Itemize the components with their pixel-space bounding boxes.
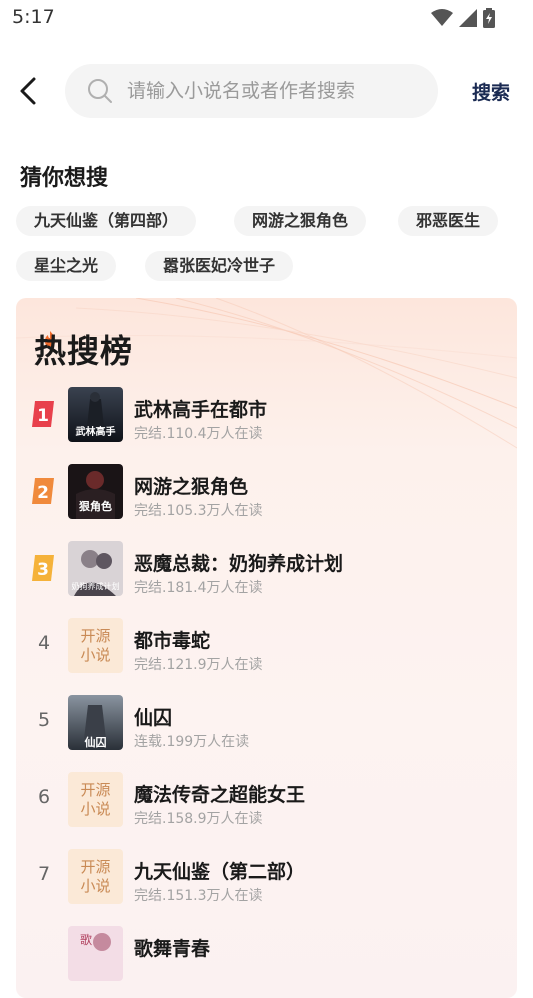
search-bar-row: 搜索 bbox=[0, 64, 533, 120]
rank-number: 7 bbox=[37, 863, 51, 885]
rank-number: 5 bbox=[37, 709, 51, 731]
rank-number: 3 bbox=[37, 560, 49, 580]
book-meta: 完结.158.9万人在读 bbox=[134, 811, 263, 827]
book-title: 武林高手在都市 bbox=[134, 399, 268, 421]
book-cover: 狠角色 bbox=[68, 464, 123, 519]
book-meta: 完结.151.3万人在读 bbox=[134, 888, 263, 904]
book-cover-placeholder: 开源小说 bbox=[68, 618, 123, 673]
search-box[interactable] bbox=[65, 64, 438, 118]
suggestion-chip[interactable]: 九天仙鉴（第四部） bbox=[16, 206, 197, 236]
book-title: 仙囚 bbox=[134, 707, 173, 729]
book-title: 恶魔总裁：奶狗养成计划 bbox=[134, 553, 344, 575]
rank-number: 2 bbox=[37, 483, 49, 503]
search-input[interactable] bbox=[125, 79, 429, 103]
rank-badge: 1 bbox=[32, 401, 56, 427]
hot-list-item[interactable]: 3 奶狗养成计划 恶魔总裁：奶狗养成计划 完结.181.4万人在读 bbox=[16, 541, 517, 601]
book-title: 魔法传奇之超能女王 bbox=[134, 784, 306, 806]
hot-list-item[interactable]: 5 仙囚 仙囚 连载.199万人在读 bbox=[16, 695, 517, 755]
status-icons bbox=[431, 8, 495, 28]
rank-number: 4 bbox=[37, 632, 51, 654]
hot-search-panel: 热搜榜 1 武林高手 武林高手在都市 完结.110.4万人在读 2 狠角色 网游… bbox=[16, 298, 517, 998]
back-button[interactable] bbox=[14, 76, 44, 106]
rank-badge: 3 bbox=[32, 555, 56, 581]
cover-title: 歌 bbox=[80, 932, 92, 947]
hot-list-item[interactable]: 2 狠角色 网游之狠角色 完结.105.3万人在读 bbox=[16, 464, 517, 524]
book-cover-placeholder: 开源小说 bbox=[68, 772, 123, 827]
wifi-icon bbox=[431, 9, 453, 26]
suggestion-chip[interactable]: 星尘之光 bbox=[16, 251, 117, 281]
cover-title: 奶狗养成计划 bbox=[72, 581, 120, 591]
hot-list-item[interactable]: 7 开源小说 九天仙鉴（第二部） 完结.151.3万人在读 bbox=[16, 849, 517, 909]
hot-search-title: 热搜榜 bbox=[34, 332, 134, 370]
book-cover: 奶狗养成计划 bbox=[68, 541, 123, 596]
status-bar: 5:17 bbox=[0, 0, 533, 38]
suggestions-title: 猜你想搜 bbox=[20, 166, 109, 191]
book-meta: 完结.110.4万人在读 bbox=[134, 426, 263, 442]
book-meta: 完结.105.3万人在读 bbox=[134, 503, 263, 519]
book-cover-placeholder: 开源小说 bbox=[68, 849, 123, 904]
book-cover: 歌 bbox=[68, 926, 123, 981]
hot-list-item[interactable]: 1 武林高手 武林高手在都市 完结.110.4万人在读 bbox=[16, 387, 517, 447]
suggestion-chip[interactable]: 嚣张医妃冷世子 bbox=[145, 251, 294, 281]
status-time: 5:17 bbox=[12, 6, 55, 28]
book-title: 九天仙鉴（第二部） bbox=[134, 861, 306, 883]
rank-number: 6 bbox=[37, 786, 51, 808]
book-cover: 仙囚 bbox=[68, 695, 123, 750]
cover-title: 开源小说 bbox=[80, 626, 111, 664]
battery-icon bbox=[483, 8, 495, 28]
hot-list-item[interactable]: 6 开源小说 魔法传奇之超能女王 完结.158.9万人在读 bbox=[16, 772, 517, 832]
signal-icon bbox=[459, 9, 477, 27]
suggestion-chip[interactable]: 邪恶医生 bbox=[398, 206, 499, 236]
hot-list-item[interactable]: 歌 歌舞青春 bbox=[16, 926, 517, 986]
cover-title: 狠角色 bbox=[79, 499, 112, 513]
book-title: 网游之狠角色 bbox=[134, 476, 249, 498]
cover-title: 开源小说 bbox=[80, 857, 111, 895]
suggestion-chip[interactable]: 网游之狠角色 bbox=[234, 206, 367, 236]
cover-title: 武林高手 bbox=[76, 425, 116, 438]
book-cover: 武林高手 bbox=[68, 387, 123, 442]
rank-number: 1 bbox=[37, 406, 49, 426]
rank-badge: 2 bbox=[32, 478, 56, 504]
hot-list-item[interactable]: 4 开源小说 都市毒蛇 完结.121.9万人在读 bbox=[16, 618, 517, 678]
book-title: 都市毒蛇 bbox=[134, 630, 211, 652]
search-icon bbox=[88, 79, 112, 103]
book-meta: 完结.181.4万人在读 bbox=[134, 580, 263, 596]
book-meta: 连载.199万人在读 bbox=[134, 734, 250, 750]
cover-title: 开源小说 bbox=[80, 780, 111, 818]
book-meta: 完结.121.9万人在读 bbox=[134, 657, 263, 673]
back-arrow-icon bbox=[20, 77, 36, 105]
search-submit-button[interactable]: 搜索 bbox=[472, 78, 510, 105]
cover-title: 仙囚 bbox=[85, 735, 107, 749]
